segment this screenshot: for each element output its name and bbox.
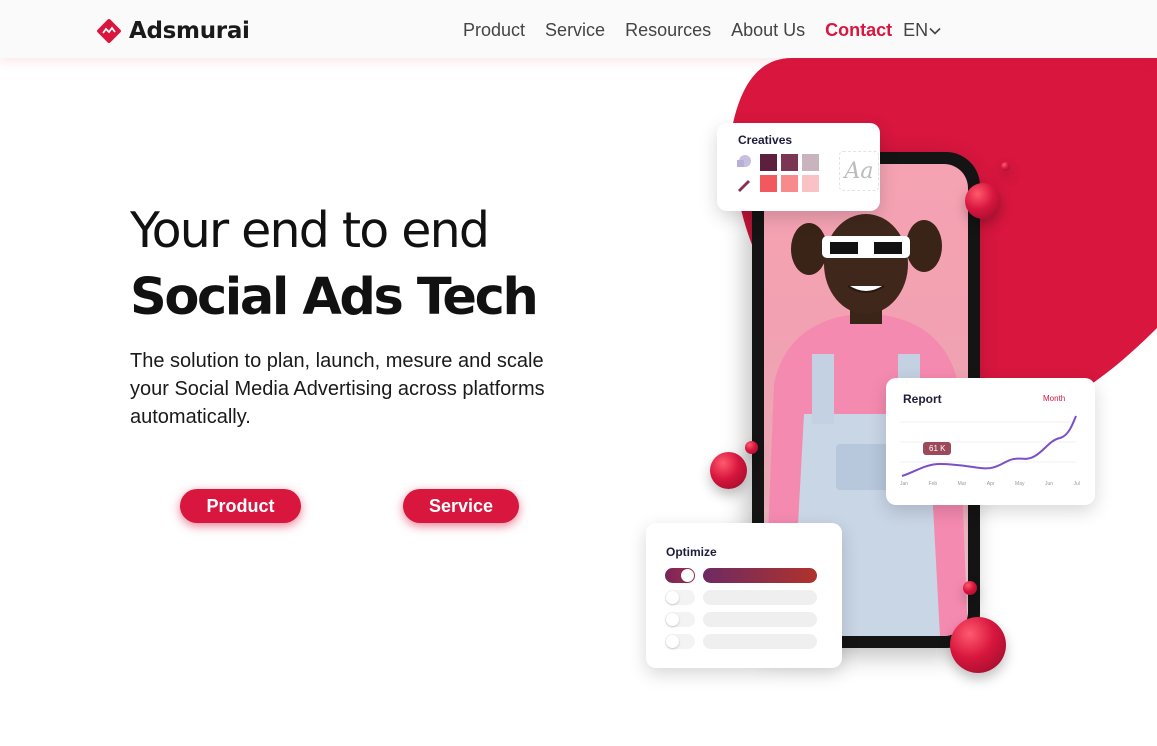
decorative-sphere bbox=[710, 452, 747, 489]
font-sample: Aa bbox=[839, 151, 879, 191]
report-card: Report Month 61 K Jan Feb Mar Apr May Ju… bbox=[886, 378, 1095, 505]
hero-title-line1: Your end to end bbox=[130, 202, 490, 259]
hero-title-line2: Social Ads Tech bbox=[130, 268, 539, 327]
optimize-bar bbox=[703, 634, 817, 649]
optimize-toggle bbox=[665, 634, 695, 649]
nav-product[interactable]: Product bbox=[463, 20, 525, 41]
service-button[interactable]: Service bbox=[403, 489, 519, 523]
optimize-bar bbox=[703, 612, 817, 627]
nav-service[interactable]: Service bbox=[545, 20, 605, 41]
site-header: Adsmurai Product Service Resources About… bbox=[0, 0, 1157, 58]
x-axis-label: Jan bbox=[900, 481, 909, 487]
decorative-sphere bbox=[965, 183, 1001, 219]
optimize-card: Optimize bbox=[646, 523, 842, 668]
report-badge: 61 K bbox=[923, 442, 952, 455]
report-title: Report bbox=[903, 392, 942, 406]
chevron-down-icon bbox=[929, 27, 941, 35]
report-x-axis: Jan Feb Mar Apr May Jun Jul bbox=[900, 481, 1080, 487]
logo-diamond-icon bbox=[97, 19, 121, 43]
creatives-card: Creatives Aa bbox=[717, 123, 880, 211]
language-selector[interactable]: EN bbox=[903, 20, 941, 41]
decorative-sphere bbox=[950, 617, 1006, 673]
x-axis-label: Jul bbox=[1073, 481, 1080, 487]
decorative-sphere bbox=[963, 581, 977, 595]
shapes-icon bbox=[737, 155, 751, 192]
main-nav: Product Service Resources About Us Conta… bbox=[463, 20, 941, 41]
language-label: EN bbox=[903, 20, 929, 40]
color-swatch bbox=[781, 175, 798, 192]
optimize-toggle bbox=[665, 612, 695, 627]
nav-contact[interactable]: Contact bbox=[825, 20, 892, 41]
x-axis-label: Jun bbox=[1044, 481, 1054, 487]
report-period: Month bbox=[1043, 394, 1066, 403]
nav-about-us[interactable]: About Us bbox=[731, 20, 805, 41]
color-swatch bbox=[760, 175, 777, 192]
optimize-bar bbox=[703, 590, 817, 605]
x-axis-label: Mar bbox=[957, 481, 967, 487]
x-axis-label: Apr bbox=[986, 481, 995, 487]
color-swatch bbox=[802, 175, 819, 192]
color-swatch bbox=[802, 154, 819, 171]
optimize-toggle bbox=[665, 590, 695, 605]
nav-resources[interactable]: Resources bbox=[625, 20, 711, 41]
hero-description: The solution to plan, launch, mesure and… bbox=[130, 350, 545, 428]
optimize-title: Optimize bbox=[666, 545, 717, 559]
logo[interactable]: Adsmurai bbox=[95, 16, 250, 46]
creatives-title: Creatives bbox=[738, 133, 793, 147]
decorative-sphere bbox=[1001, 162, 1010, 171]
optimize-toggle bbox=[665, 568, 695, 583]
x-axis-label: Feb bbox=[928, 481, 938, 487]
color-swatch bbox=[760, 154, 777, 171]
x-axis-label: May bbox=[1015, 481, 1025, 487]
logo-text: Adsmurai bbox=[129, 18, 250, 44]
product-button[interactable]: Product bbox=[180, 489, 301, 523]
color-swatch bbox=[781, 154, 798, 171]
decorative-sphere bbox=[745, 441, 758, 454]
optimize-bar bbox=[703, 568, 817, 583]
